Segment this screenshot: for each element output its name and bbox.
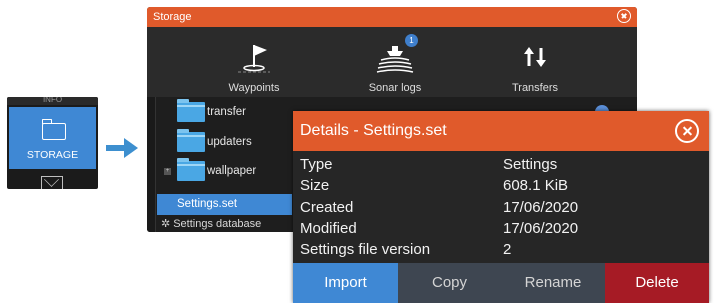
detail-value: 608.1 KiB [503, 177, 569, 194]
storage-title: Storage [153, 11, 192, 23]
file-row-settings-database[interactable]: ✲ Settings database [161, 217, 261, 230]
details-button-bar: Import Copy Rename Delete [293, 263, 709, 303]
menu-item-storage-label: STORAGE [26, 149, 79, 161]
file-list-scrollbar[interactable] [147, 97, 156, 232]
file-name: Settings.set [177, 198, 238, 210]
detail-row-modified: Modified 17/06/2020 [300, 220, 700, 240]
detail-key: Modified [300, 220, 357, 237]
detail-row-created: Created 17/06/2020 [300, 199, 700, 219]
transfers-button[interactable]: Transfers [480, 27, 590, 97]
folder-icon [177, 129, 205, 152]
sonar-logs-badge: 1 [405, 34, 418, 47]
file-name: wallpaper [207, 165, 257, 177]
import-button[interactable]: Import [293, 263, 398, 303]
details-title-bar: Details - Settings.set [293, 111, 709, 151]
menu-item-storage[interactable]: STORAGE [9, 107, 96, 169]
details-dialog: Details - Settings.set Type Settings Siz… [293, 111, 709, 303]
main-menu-thumbnail: INFO STORAGE [7, 97, 98, 189]
pointer-arrow-icon [124, 138, 138, 158]
file-name: Settings database [173, 218, 262, 230]
detail-key: Settings file version [300, 241, 431, 258]
close-icon[interactable] [675, 119, 699, 143]
folder-icon [177, 158, 205, 181]
detail-value: Settings [503, 156, 558, 173]
storage-title-bar: Storage [147, 7, 637, 27]
file-row-wallpaper[interactable]: + wallpaper [157, 158, 292, 184]
storage-toolbar: Waypoints 1 Sonar logs Transfers [147, 27, 637, 97]
sonar-logs-label: Sonar logs [368, 82, 422, 94]
file-name: updaters [207, 136, 252, 148]
details-title: Details - Settings.set [300, 122, 447, 139]
mail-icon [41, 176, 63, 189]
detail-value: 17/06/2020 [503, 220, 579, 237]
detail-row-type: Type Settings [300, 156, 700, 176]
copy-button[interactable]: Copy [398, 263, 501, 303]
detail-value: 2 [503, 241, 512, 258]
close-icon[interactable] [617, 9, 631, 23]
detail-row-settings-file-version: Settings file version 2 [300, 241, 700, 261]
detail-value: 17/06/2020 [503, 199, 579, 216]
detail-row-size: Size 608.1 KiB [300, 177, 700, 197]
file-name: transfer [207, 106, 246, 118]
detail-key: Size [300, 177, 330, 194]
file-row-settings-set[interactable]: Settings.set [157, 194, 292, 215]
sonar-logs-button[interactable]: 1 Sonar logs [340, 27, 450, 97]
waypoints-button[interactable]: Waypoints [199, 27, 309, 97]
rename-button[interactable]: Rename [501, 263, 605, 303]
gear-icon: ✲ [161, 218, 171, 230]
transfers-label: Transfers [511, 82, 559, 94]
folder-icon [177, 99, 205, 122]
file-row-transfer[interactable]: transfer [157, 99, 292, 125]
expand-icon[interactable]: + [164, 168, 171, 175]
pointer-arrow-shaft [106, 145, 126, 151]
menu-item-info-partial: INFO [7, 97, 98, 105]
folder-icon [41, 119, 66, 140]
waypoints-label: Waypoints [228, 82, 280, 94]
delete-button[interactable]: Delete [605, 263, 709, 303]
file-row-updaters[interactable]: updaters [157, 129, 292, 155]
detail-key: Type [300, 156, 333, 173]
transfer-arrows-icon [524, 47, 546, 67]
waypoint-flag-icon [238, 45, 270, 73]
detail-key: Created [300, 199, 354, 216]
